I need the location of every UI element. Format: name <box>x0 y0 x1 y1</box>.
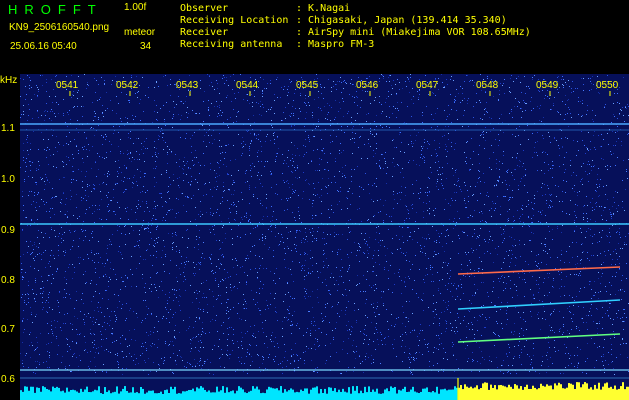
time-tick-0547: 0547 <box>416 80 439 91</box>
info-key-receiver: Receiver <box>180 27 229 38</box>
y-label-0-6: 0.6 <box>1 374 15 385</box>
info-key-observer: Observer <box>180 3 229 14</box>
header-panel: HROFFT 1.00f KN9_2506160540.png meteor 2… <box>0 0 629 72</box>
meteor-label: meteor <box>124 27 156 38</box>
time-tick-0550: 0550 <box>596 80 619 91</box>
meteor-count: 34 <box>140 41 152 52</box>
axis-unit: kHz <box>0 75 18 86</box>
time-tick-0546: 0546 <box>356 80 379 91</box>
file-name: KN9_2506160540.png <box>9 22 110 33</box>
y-label-0-7: 0.7 <box>1 324 15 335</box>
info-value-antenna: : Maspro FM-3 <box>296 39 375 50</box>
time-tick-0541: 0541 <box>56 80 79 91</box>
info-value-receiver: : AirSpy mini (Miakejima VOR 108.65MHz) <box>296 27 531 38</box>
time-tick-0542: 0542 <box>116 80 139 91</box>
spectrogram-plot <box>20 74 629 400</box>
app-logo: HROFFT <box>8 2 103 17</box>
info-value-observer: : K.Nagai <box>296 3 351 14</box>
y-label-1-1: 1.1 <box>1 123 15 134</box>
version-label: 1.00f <box>124 2 147 13</box>
time-tick-0548: 0548 <box>476 80 499 91</box>
time-tick-0545: 0545 <box>296 80 319 91</box>
info-value-location: : Chigasaki, Japan (139.414 35.340) <box>296 15 507 26</box>
time-tick-0544: 0544 <box>236 80 259 91</box>
date-time: 25.06.16 05:40 <box>10 41 77 52</box>
spectrogram-canvas <box>20 74 629 400</box>
time-tick-0543: 0543 <box>176 80 199 91</box>
y-label-0-8: 0.8 <box>1 275 15 286</box>
y-label-1-0: 1.0 <box>1 174 15 185</box>
time-tick-0549: 0549 <box>536 80 559 91</box>
info-key-antenna: Receiving antenna <box>180 39 283 50</box>
y-label-0-9: 0.9 <box>1 225 15 236</box>
info-key-location: Receiving Location <box>180 15 289 26</box>
